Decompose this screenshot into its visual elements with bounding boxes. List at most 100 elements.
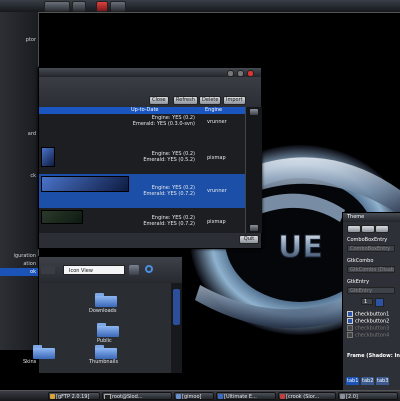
taskbar-item-theme[interactable]: [2.0]	[338, 392, 398, 400]
window-titlebar[interactable]	[39, 68, 261, 77]
tab-3[interactable]: tab3	[376, 377, 390, 385]
taskbar-item-gimoo[interactable]: [gimoo]	[174, 392, 214, 400]
scroll-down-icon[interactable]	[250, 225, 258, 231]
spin-button[interactable]: 1	[361, 298, 373, 305]
taskbar-item-gftp[interactable]: [gFTP 2.0.19]	[48, 392, 100, 400]
preview-button[interactable]	[347, 225, 361, 233]
vertical-scrollbar[interactable]	[171, 283, 182, 373]
svg-text:UE: UE	[278, 230, 323, 265]
panel-launcher-button[interactable]	[72, 1, 86, 12]
task-label: [gimoo]	[182, 394, 202, 400]
task-label: [crook (Slor...	[286, 394, 320, 400]
list-item-selected[interactable]: Engine: YES (0.2) Emerald: YES (0.7.2) v…	[39, 174, 245, 208]
checkbutton-label: checkbutton3	[355, 325, 390, 332]
emerald-status: Emerald: YES (0.7.2)	[143, 191, 195, 197]
close-icon[interactable]	[247, 70, 254, 77]
taskbar-item-terminal[interactable]: [root@Slod...	[102, 392, 172, 400]
task-label: [2.0]	[346, 394, 358, 400]
emerald-status: Emerald: YES (0.7.2)	[143, 221, 195, 227]
terminal-icon	[104, 394, 111, 399]
folder-label: Thumbnails	[89, 359, 119, 365]
taskbar-item-crook[interactable]: [crook (Slor...	[278, 392, 336, 400]
app-icon	[340, 394, 345, 399]
app-icon	[176, 394, 181, 399]
tab-1[interactable]: tab1	[346, 377, 360, 385]
menu-item[interactable]: ation	[0, 260, 38, 268]
menu-item[interactable]: ptor	[0, 36, 38, 44]
panel-launcher-button[interactable]	[110, 1, 126, 12]
menu-item-selected[interactable]: ok	[0, 268, 38, 276]
import-button[interactable]: Import	[223, 96, 246, 105]
maximize-icon[interactable]	[237, 70, 244, 77]
toolbar: Close Refresh Delete Import	[39, 77, 261, 107]
toolbar-button[interactable]	[41, 266, 55, 274]
task-label: [Ultimate E...	[224, 394, 257, 400]
vertical-scrollbar[interactable]	[245, 107, 262, 233]
folder-icon[interactable]	[33, 345, 55, 359]
preview-button[interactable]	[361, 225, 375, 233]
top-panel	[0, 0, 400, 13]
toolbar: Icon View	[39, 257, 182, 283]
status-header: Up-to-Date	[131, 107, 159, 113]
app-icon	[50, 394, 55, 399]
view-options-button[interactable]	[129, 265, 139, 275]
menu-item[interactable]: ck	[0, 172, 38, 180]
emerald-status: Emerald: YES (0.3.0-svn)	[132, 121, 195, 127]
tab-2[interactable]: tab2	[361, 377, 375, 385]
spin-arrow-icon[interactable]	[375, 298, 384, 307]
preview-button[interactable]	[375, 225, 389, 233]
scrollbar-thumb[interactable]	[173, 289, 180, 325]
folder-icon[interactable]	[95, 293, 117, 307]
minimize-icon[interactable]	[227, 70, 234, 77]
taskbar: [gFTP 2.0.19] [root@Slod... [gimoo] [Ult…	[0, 390, 400, 401]
menu-item[interactable]: iguration	[0, 252, 38, 260]
folder-icon[interactable]	[95, 345, 117, 359]
folder-label: Public	[97, 338, 112, 344]
text-entry[interactable]: GtkEntry	[347, 287, 395, 294]
entry-label: GtkEntry	[347, 279, 370, 285]
emerald-status: Emerald: YES (0.5.2)	[143, 157, 195, 163]
panel-launcher-button[interactable]	[44, 1, 70, 12]
folder-label: Downloads	[89, 308, 117, 314]
file-manager-window: Icon View Downloads Public Thumbnails Sk…	[23, 256, 183, 374]
checkbutton-label: checkbutton2	[355, 318, 390, 325]
engine-name: pixmap	[207, 219, 226, 225]
view-mode-select[interactable]: Icon View	[63, 265, 125, 275]
task-label: [root@Slod...	[110, 394, 143, 400]
close-button[interactable]: Close	[149, 96, 169, 105]
engine-header: Engine	[205, 107, 223, 113]
app-icon	[280, 394, 285, 399]
gtkcombo-label: GtkCombo	[347, 258, 374, 264]
combo-box-entry[interactable]: ComboBoxEntry	[347, 245, 395, 252]
menu-item[interactable]: ard	[0, 130, 38, 138]
list-item[interactable]: Engine: YES (0.2) Emerald: YES (0.5.2) p…	[39, 151, 245, 170]
search-icon[interactable]	[145, 265, 153, 273]
task-label: [gFTP 2.0.19]	[56, 394, 90, 400]
frame-label: Frame (Shadow: In	[347, 353, 400, 359]
list-item[interactable]: Engine: YES (0.2) Emerald: YES (0.7.2) p…	[39, 215, 245, 233]
folder-icon[interactable]	[97, 323, 119, 337]
refresh-button[interactable]: Refresh	[173, 96, 198, 105]
window-title[interactable]: Theme	[343, 213, 400, 222]
theme-preview-window: Theme ComboBoxEntry ComboBoxEntry GtkCom…	[342, 212, 400, 392]
scroll-up-icon[interactable]	[250, 109, 258, 115]
engine-name: vrunner	[207, 188, 227, 194]
panel-close-icon[interactable]	[96, 1, 108, 12]
theme-list[interactable]: Up-to-Date Engine Engine: YES (0.2) Emer…	[39, 107, 245, 233]
checkbutton-label: checkbutton4	[355, 332, 390, 339]
delete-button[interactable]: Delete	[199, 96, 222, 105]
theme-preview-thumbnail	[41, 176, 129, 192]
engine-name: pixmap	[207, 155, 226, 161]
checkbutton[interactable]: checkbutton2	[347, 318, 389, 325]
gtkcombo-field[interactable]: GtkCombo (Disab	[347, 266, 395, 273]
checkbutton[interactable]: checkbutton1	[347, 311, 389, 318]
checkbutton-label: checkbutton1	[355, 311, 390, 318]
application-menu: ptor ard ck iguration ation ok	[0, 12, 39, 350]
checkbutton-disabled: checkbutton3	[347, 325, 389, 332]
engine-name: vrunner	[207, 119, 227, 125]
list-item[interactable]: Engine: YES (0.2) Emerald: YES (0.3.0-sv…	[39, 115, 245, 134]
quit-button[interactable]: Quit	[239, 235, 259, 244]
taskbar-item-ultimate[interactable]: [Ultimate E...	[216, 392, 276, 400]
folder-label: Skins	[23, 359, 37, 365]
theme-manager-window: Close Refresh Delete Import Up-to-Date E…	[38, 67, 262, 249]
